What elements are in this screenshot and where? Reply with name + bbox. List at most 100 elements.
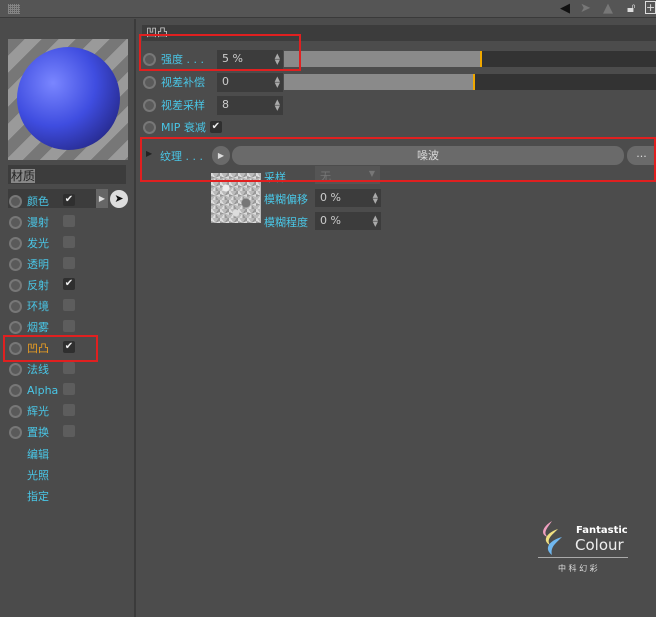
channel-label: Alpha: [27, 383, 59, 397]
animate-radio[interactable]: [9, 257, 22, 271]
animate-radio[interactable]: [9, 278, 22, 292]
parallax-offset-input[interactable]: 0 ▲ ▼: [217, 73, 283, 92]
highlight-box-strength: [139, 34, 301, 71]
mip-row: MIP 衰减 ✔: [143, 117, 343, 137]
up-arrow-icon[interactable]: ▲: [603, 1, 613, 16]
mip-label: MIP 衰减: [161, 121, 206, 134]
animate-radio[interactable]: [9, 362, 22, 376]
lock-icon[interactable]: 🔓︎: [627, 1, 635, 16]
new-panel-icon[interactable]: +: [645, 1, 656, 14]
channel-label: 法线: [27, 363, 49, 376]
channel-checkbox[interactable]: [63, 257, 75, 269]
blur-offset-value: 0 %: [320, 191, 341, 204]
spinner-icon[interactable]: ▲ ▼: [275, 76, 280, 89]
channel-2[interactable]: 发光: [9, 234, 75, 252]
animate-radio[interactable]: [143, 75, 156, 89]
logo-flame-icon: [543, 521, 562, 555]
sidebar-link[interactable]: 编辑: [27, 446, 49, 462]
parallax-offset-label: 视差补偿: [161, 76, 205, 89]
channel-checkbox[interactable]: [63, 299, 75, 311]
check-icon: ✔: [64, 194, 74, 205]
preview-sphere: [17, 47, 120, 150]
parallax-offset-row: 视差补偿 0 ▲ ▼: [143, 72, 656, 92]
strength-slider[interactable]: [284, 51, 656, 67]
dropdown-arrow-icon[interactable]: ▶: [96, 189, 108, 208]
channel-5[interactable]: 环境: [9, 297, 75, 315]
slider-fill: [284, 74, 473, 90]
slider-marker: [480, 51, 483, 67]
animate-radio[interactable]: [143, 98, 156, 112]
channel-8[interactable]: 法线: [9, 360, 75, 378]
animate-radio[interactable]: [9, 194, 22, 208]
highlight-box-bump-channel: [3, 335, 98, 362]
logo-line2: Colour: [575, 536, 624, 554]
parallax-offset-slider[interactable]: [284, 74, 656, 90]
logo-line3: 中 科 幻 彩: [558, 564, 598, 573]
logo-line1: Fantastic: [576, 525, 628, 536]
parallax-samples-input[interactable]: 8 ▲ ▼: [217, 96, 283, 115]
material-name-field[interactable]: 材质: [8, 165, 126, 184]
blur-offset-input[interactable]: 0 % ▲ ▼: [315, 189, 381, 207]
top-toolbar: ◀ ➤ ▲ 🔓︎ +: [0, 0, 656, 18]
fantastic-colour-logo: Fantastic Colour 中 科 幻 彩: [538, 517, 628, 577]
channel-label: 辉光: [27, 405, 49, 418]
material-name: 材质: [11, 169, 36, 183]
channel-1[interactable]: 漫射: [9, 213, 75, 231]
animate-radio[interactable]: [9, 236, 22, 250]
blur-offset-label: 模糊偏移: [264, 193, 308, 206]
channel-3[interactable]: 透明: [9, 255, 75, 273]
pick-cursor-icon[interactable]: ➤: [110, 190, 128, 208]
check-icon: ✔: [64, 278, 74, 289]
channel-10[interactable]: 辉光: [9, 402, 75, 420]
spinner-icon[interactable]: ▲ ▼: [373, 192, 378, 205]
channel-checkbox[interactable]: ✔: [63, 278, 75, 290]
channel-checkbox[interactable]: [63, 404, 75, 416]
material-sidebar: 材质 ▶ ➤ 颜色 ✔ 漫射 发光 透明 反射 ✔ 环境 烟雾 凹凸 ✔ 法线 Alpha 辉光 置换 编辑光…: [0, 19, 136, 617]
animate-radio[interactable]: [143, 120, 156, 134]
animate-radio[interactable]: [9, 404, 22, 418]
parallax-samples-label: 视差采样: [161, 99, 205, 112]
channel-6[interactable]: 烟雾: [9, 318, 75, 336]
animate-radio[interactable]: [9, 425, 22, 439]
channel-checkbox[interactable]: [63, 236, 75, 248]
channel-label: 漫射: [27, 216, 49, 229]
channel-0[interactable]: 颜色 ✔: [9, 192, 75, 210]
forward-arrow-icon[interactable]: ➤: [580, 1, 591, 16]
animate-radio[interactable]: [9, 320, 22, 334]
slider-fill: [284, 51, 481, 67]
channel-checkbox[interactable]: [63, 425, 75, 437]
channel-label: 发光: [27, 237, 49, 250]
parallax-samples-row: 视差采样 8 ▲ ▼: [143, 95, 443, 115]
channel-label: 颜色: [27, 195, 49, 208]
channel-checkbox[interactable]: [63, 362, 75, 374]
sidebar-link[interactable]: 光照: [27, 467, 49, 483]
blur-scale-label: 模糊程度: [264, 216, 308, 229]
channel-9[interactable]: Alpha: [9, 381, 75, 399]
channel-checkbox[interactable]: [63, 383, 75, 395]
blur-scale-input[interactable]: 0 % ▲ ▼: [315, 212, 381, 230]
channel-4[interactable]: 反射 ✔: [9, 276, 75, 294]
channel-checkbox[interactable]: ✔: [63, 194, 75, 206]
channel-checkbox[interactable]: [63, 215, 75, 227]
highlight-box-texture: [140, 137, 656, 182]
channel-checkbox[interactable]: [63, 320, 75, 332]
channel-11[interactable]: 置换: [9, 423, 75, 441]
parallax-offset-value: 0: [222, 75, 229, 88]
blur-scale-value: 0 %: [320, 214, 341, 227]
spinner-icon[interactable]: ▲ ▼: [275, 99, 280, 112]
channel-label: 反射: [27, 279, 49, 292]
channel-label: 环境: [27, 300, 49, 313]
channel-label: 透明: [27, 258, 49, 271]
grip-icon[interactable]: [8, 4, 20, 14]
sidebar-link[interactable]: 指定: [27, 488, 49, 504]
channel-label: 置换: [27, 426, 49, 439]
animate-radio[interactable]: [9, 215, 22, 229]
slider-marker: [472, 74, 475, 90]
mip-checkbox[interactable]: ✔: [209, 121, 222, 133]
animate-radio[interactable]: [9, 383, 22, 397]
material-preview[interactable]: [8, 39, 128, 160]
animate-radio[interactable]: [9, 299, 22, 313]
spinner-icon[interactable]: ▲ ▼: [373, 215, 378, 228]
parallax-samples-value: 8: [222, 98, 229, 111]
back-arrow-icon[interactable]: ◀: [560, 1, 570, 16]
